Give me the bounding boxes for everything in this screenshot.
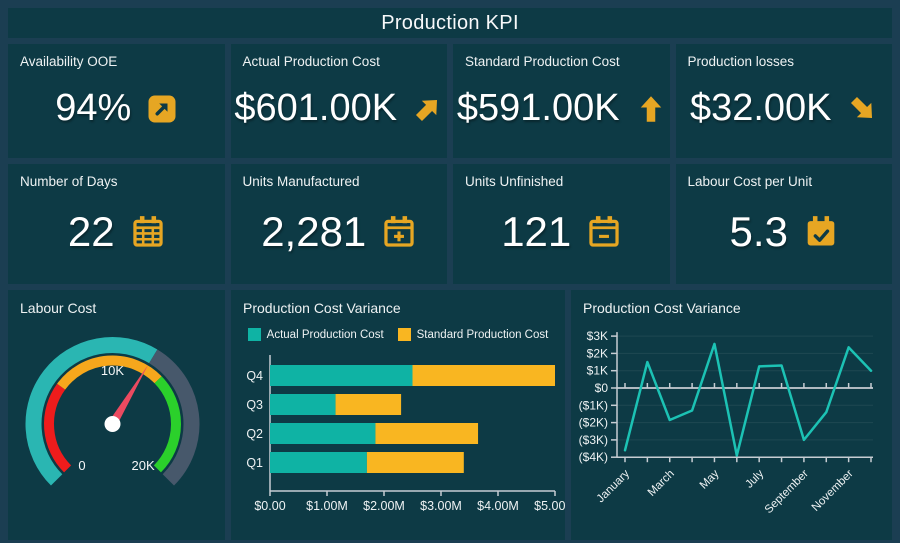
calendar-plus-icon xyxy=(382,215,416,249)
kpi-title: Production losses xyxy=(688,54,881,69)
line-chart-card-production-cost-variance[interactable]: Production Cost Variance $3K $2K $1K $0 ($1K… xyxy=(571,290,892,540)
chart-title: Labour Cost xyxy=(20,300,213,316)
kpi-row-1: Availability OOE 94% Actual Production C… xyxy=(8,44,892,158)
calendar-icon xyxy=(131,215,165,249)
legend-label: Standard Production Cost xyxy=(417,329,549,341)
svg-text:$2K: $2K xyxy=(587,346,608,360)
kpi-card-production-losses[interactable]: Production losses $32.00K xyxy=(676,44,893,158)
kpi-value: 5.3 xyxy=(730,208,788,256)
kpi-card-units-unfinished[interactable]: Units Unfinished 121 xyxy=(453,164,670,284)
kpi-card-labour-cost-per-unit[interactable]: Labour Cost per Unit 5.3 xyxy=(676,164,893,284)
arrow-down-right-icon xyxy=(848,94,878,124)
kpi-title: Availability OOE xyxy=(20,54,213,69)
svg-text:$1K: $1K xyxy=(587,364,608,378)
kpi-title: Labour Cost per Unit xyxy=(688,174,881,189)
svg-text:10K: 10K xyxy=(101,363,124,378)
kpi-title: Units Manufactured xyxy=(243,174,436,189)
svg-text:$5.00M: $5.00M xyxy=(534,499,565,513)
page-title: Production KPI xyxy=(381,12,519,35)
svg-text:Q2: Q2 xyxy=(246,427,263,441)
kpi-card-units-manufactured[interactable]: Units Manufactured 2,281 xyxy=(231,164,448,284)
bar-chart-legend: Actual Production Cost Standard Producti… xyxy=(243,328,553,341)
chart-title: Production Cost Variance xyxy=(243,300,553,316)
kpi-card-standard-production-cost[interactable]: Standard Production Cost $591.00K xyxy=(453,44,670,158)
arrow-up-right-box-icon xyxy=(147,94,177,124)
svg-text:($3K): ($3K) xyxy=(579,433,608,447)
svg-text:($2K): ($2K) xyxy=(579,416,608,430)
svg-text:July: July xyxy=(743,468,766,491)
svg-text:$3.00M: $3.00M xyxy=(420,499,462,513)
legend-swatch-actual xyxy=(248,328,261,341)
svg-text:September: September xyxy=(763,468,811,516)
svg-text:$4.00M: $4.00M xyxy=(477,499,519,513)
chart-title: Production Cost Variance xyxy=(583,300,880,316)
kpi-card-number-of-days[interactable]: Number of Days 22 xyxy=(8,164,225,284)
kpi-title: Units Unfinished xyxy=(465,174,658,189)
charts-row: Labour Cost 10K 0 20K Production Cost Vari… xyxy=(8,290,892,540)
kpi-value: 94% xyxy=(55,87,131,130)
svg-text:$1.00M: $1.00M xyxy=(306,499,348,513)
kpi-card-availability-ooe[interactable]: Availability OOE 94% xyxy=(8,44,225,158)
kpi-value: 22 xyxy=(68,208,115,256)
svg-text:March: March xyxy=(646,468,677,499)
production-cost-variance-line-chart[interactable]: $3K$2K$1K$0($1K)($2K)($3K)($4K)JanuaryMa… xyxy=(583,318,880,530)
svg-text:November: November xyxy=(810,468,856,514)
svg-text:Q1: Q1 xyxy=(246,456,263,470)
svg-text:$0: $0 xyxy=(595,381,609,395)
svg-text:($1K): ($1K) xyxy=(579,398,608,412)
calendar-minus-icon xyxy=(587,215,621,249)
kpi-value: 2,281 xyxy=(261,208,366,256)
gauge-card-labour-cost[interactable]: Labour Cost 10K 0 20K xyxy=(8,290,225,540)
svg-text:Q3: Q3 xyxy=(246,398,263,412)
kpi-value: $601.00K xyxy=(234,87,397,130)
production-cost-variance-bar-chart[interactable]: $0.00$1.00M$2.00M$3.00M$4.00M$5.00MQ4Q3Q… xyxy=(243,343,555,523)
calendar-check-icon xyxy=(804,215,838,249)
legend-item-actual-production-cost[interactable]: Actual Production Cost xyxy=(248,328,384,341)
svg-text:20K: 20K xyxy=(131,458,154,473)
svg-text:$3K: $3K xyxy=(587,329,608,343)
svg-text:May: May xyxy=(698,468,722,492)
svg-text:0: 0 xyxy=(78,458,85,473)
kpi-row-2: Number of Days 22 Units Manufactured 2,2… xyxy=(8,164,892,284)
arrow-up-right-icon xyxy=(413,94,443,124)
kpi-title: Number of Days xyxy=(20,174,213,189)
dashboard-header: Production KPI xyxy=(8,8,892,38)
svg-text:$0.00: $0.00 xyxy=(254,499,285,513)
kpi-value: $591.00K xyxy=(457,87,620,130)
arrow-up-icon xyxy=(636,94,666,124)
kpi-title: Standard Production Cost xyxy=(465,54,658,69)
legend-label: Actual Production Cost xyxy=(267,329,384,341)
svg-text:Q4: Q4 xyxy=(246,369,263,383)
kpi-card-actual-production-cost[interactable]: Actual Production Cost $601.00K xyxy=(231,44,448,158)
production-kpi-dashboard: Production KPI Availability OOE 94% Actu… xyxy=(0,0,900,543)
svg-text:($4K): ($4K) xyxy=(579,450,608,464)
kpi-title: Actual Production Cost xyxy=(243,54,436,69)
kpi-value: $32.00K xyxy=(690,87,832,130)
svg-text:January: January xyxy=(595,468,633,506)
legend-swatch-standard xyxy=(398,328,411,341)
legend-item-standard-production-cost[interactable]: Standard Production Cost xyxy=(398,328,549,341)
bar-chart-card-production-cost-variance[interactable]: Production Cost Variance Actual Producti… xyxy=(231,290,565,540)
kpi-value: 121 xyxy=(501,208,571,256)
labour-cost-gauge-chart[interactable]: 10K 0 20K xyxy=(20,318,213,518)
svg-text:$2.00M: $2.00M xyxy=(363,499,405,513)
